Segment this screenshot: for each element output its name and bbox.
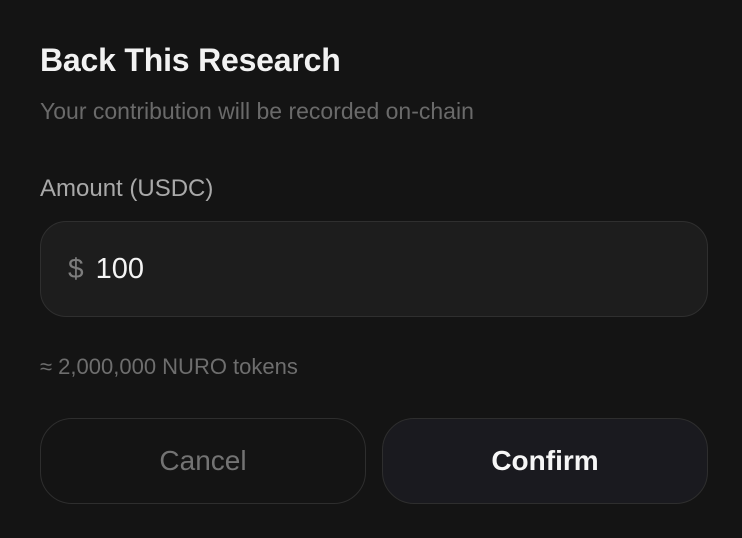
confirm-button[interactable]: Confirm bbox=[382, 418, 708, 504]
amount-field[interactable]: $ bbox=[40, 221, 708, 317]
dollar-icon: $ bbox=[68, 253, 84, 284]
dialog-subtitle: Your contribution will be recorded on-ch… bbox=[40, 98, 474, 124]
cancel-button[interactable]: Cancel bbox=[40, 418, 366, 504]
token-estimate: ≈ 2,000,000 NURO tokens bbox=[40, 354, 298, 379]
back-research-dialog: Back This Research Your contribution wil… bbox=[0, 0, 742, 538]
amount-label: Amount (USDC) bbox=[40, 175, 214, 202]
dialog-title: Back This Research bbox=[40, 42, 341, 78]
amount-input[interactable] bbox=[95, 252, 656, 286]
